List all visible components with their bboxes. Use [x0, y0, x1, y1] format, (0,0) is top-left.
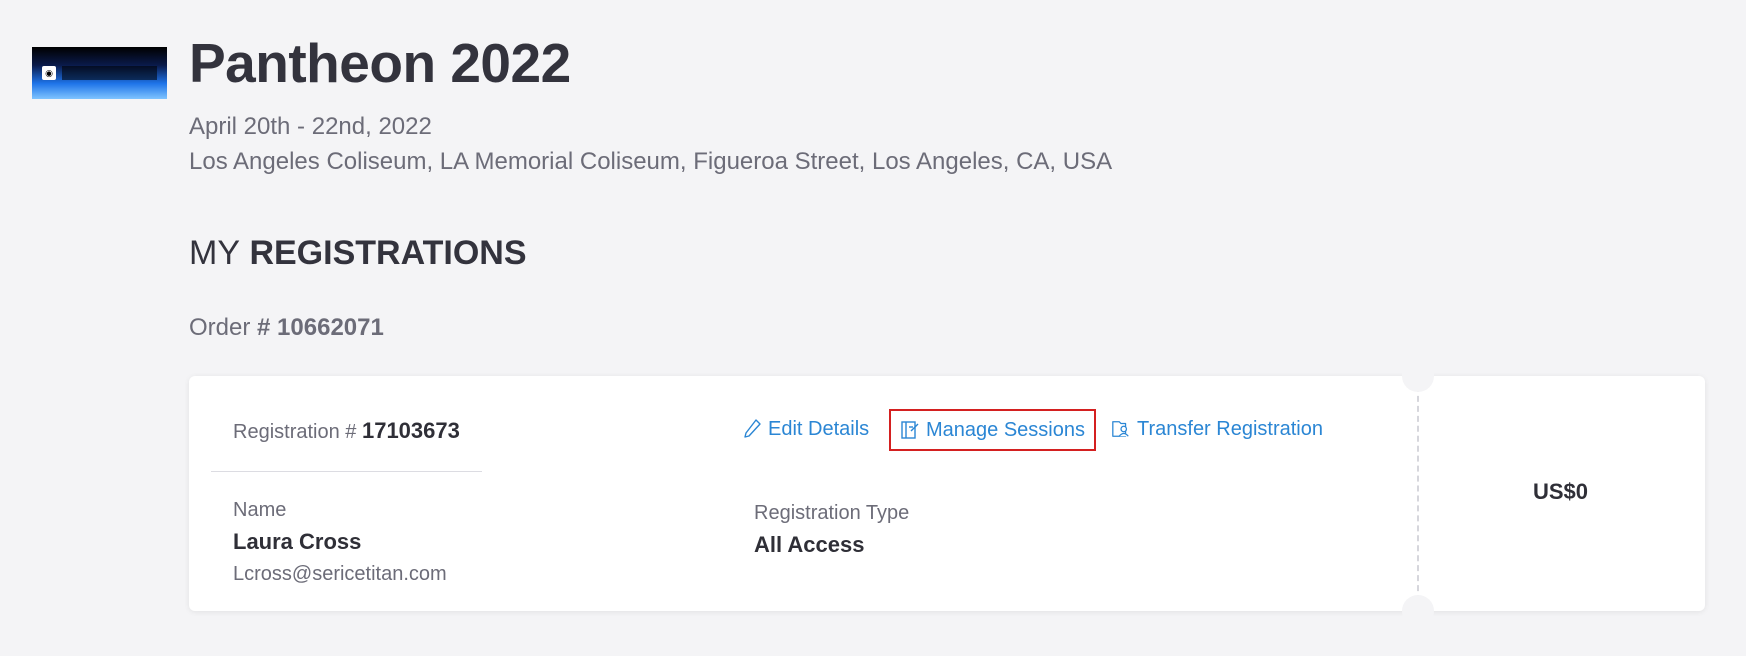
ticket-notch-top [1402, 360, 1434, 392]
transfer-registration-label: Transfer Registration [1137, 418, 1323, 440]
order-line: Order # 10662071 [189, 313, 384, 343]
registration-number-label: Registration # [233, 421, 357, 443]
logo-banner [62, 66, 157, 80]
registration-type-label: Registration Type [754, 502, 910, 524]
ticket-perforation [1417, 376, 1419, 611]
section-heading: MY REGISTRATIONS [189, 233, 527, 273]
edit-details-link[interactable]: Edit Details [742, 416, 869, 442]
event-logo: ◉ [32, 47, 167, 99]
section-heading-bold: REGISTRATIONS [249, 234, 527, 272]
transfer-user-icon [1111, 418, 1131, 440]
event-venue: Los Angeles Coliseum, LA Memorial Colise… [189, 148, 1113, 175]
event-title: Pantheon 2022 [189, 32, 571, 94]
registration-price: US$0 [1533, 479, 1589, 504]
manage-sessions-label: Manage Sessions [926, 419, 1085, 441]
pencil-icon [742, 418, 762, 440]
transfer-registration-link[interactable]: Transfer Registration [1111, 416, 1323, 442]
order-number: # 10662071 [257, 314, 384, 341]
logo-mark-icon: ◉ [42, 66, 56, 80]
manage-sessions-link[interactable]: Manage Sessions [889, 409, 1096, 451]
section-heading-light: MY [189, 234, 240, 272]
name-label: Name [233, 499, 287, 521]
session-calendar-icon [900, 419, 920, 441]
email-value: Lcross@sericetitan.com [233, 563, 447, 585]
ticket-notch-bottom [1402, 595, 1434, 627]
registration-number: Registration # 17103673 [233, 418, 460, 445]
registration-type-value: All Access [754, 532, 865, 557]
edit-details-label: Edit Details [768, 418, 870, 440]
event-dates: April 20th - 22nd, 2022 [189, 113, 432, 140]
registration-number-value: 17103673 [361, 418, 460, 443]
registration-divider [211, 471, 482, 472]
registration-page: ◉ Pantheon 2022 April 20th - 22nd, 2022 … [0, 0, 1746, 656]
name-value: Laura Cross [233, 529, 362, 554]
order-label: Order [189, 314, 251, 341]
